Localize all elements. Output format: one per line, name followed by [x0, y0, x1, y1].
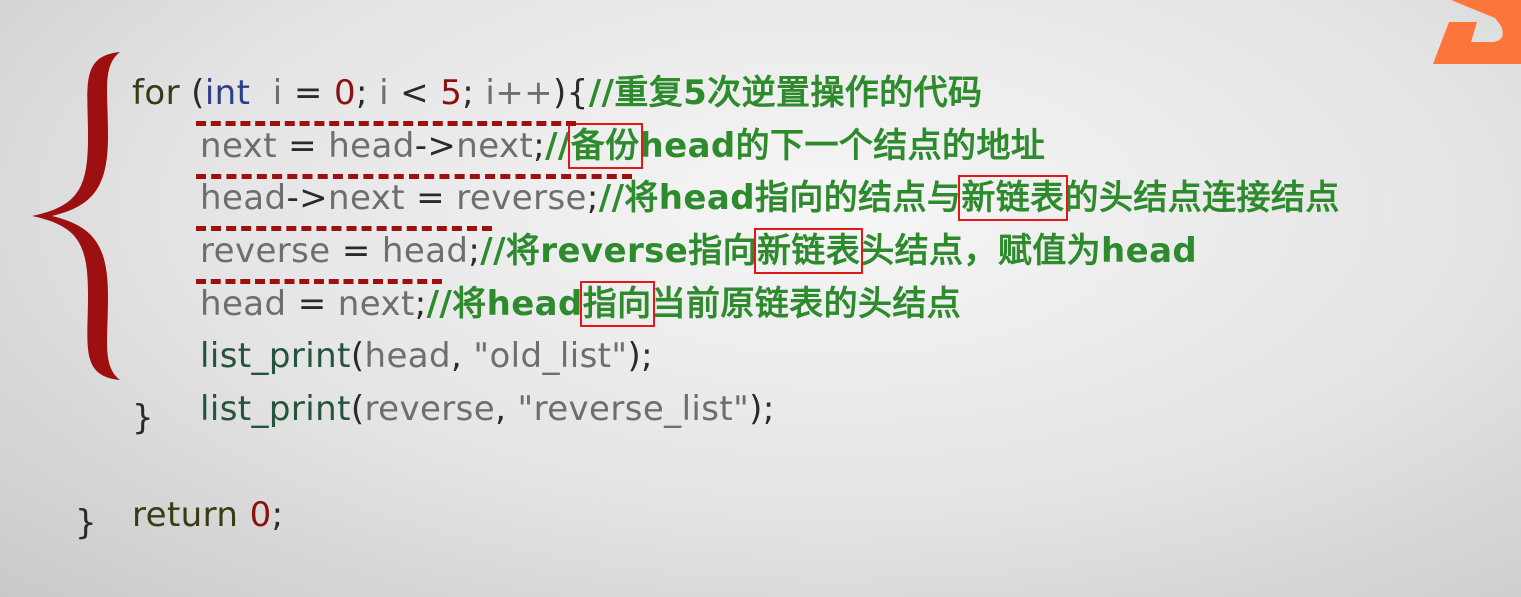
code-line-advance-head: head = next;//将head指向当前原链表的头结点 — [200, 238, 961, 327]
underline-line4 — [196, 226, 492, 231]
curly-brace-annotation — [32, 52, 120, 380]
code-line-for: for (int i = 0; i < 5; i++){//重复5次逆置操作的代… — [132, 27, 982, 113]
code-line-backup-next: next = head->next;//备份head的下一个结点的地址 — [200, 80, 1045, 169]
keyword-for: for — [132, 73, 180, 113]
token-comma: , — [495, 389, 518, 429]
logo-icon — [1433, 0, 1521, 64]
code-line-link-node: head->next = reverse;//将head指向的结点与新链表的头结… — [200, 132, 1340, 221]
comment-head-rest: 当前原链表的头结点 — [651, 284, 962, 324]
code-line-return: return 0; — [132, 449, 283, 535]
code-line-print-old: list_print(head, "old_list"); — [200, 290, 653, 376]
underline-line2 — [196, 121, 576, 126]
string-reverse-list: "reverse_list" — [517, 389, 750, 429]
keyword-return: return — [132, 495, 239, 535]
number-zero: 0 — [249, 495, 272, 535]
token-semicolon: ; — [271, 495, 284, 535]
token-reverse: reverse — [364, 389, 496, 429]
code-line-print-reverse: list_print(reverse, "reverse_list"); — [200, 343, 775, 429]
token-paren: ( — [350, 389, 365, 429]
underline-line3 — [196, 174, 632, 179]
token-close: ); — [749, 389, 775, 429]
function-list-print: list_print — [200, 389, 351, 429]
code-line-func-close: } — [75, 503, 98, 543]
underline-line5 — [196, 279, 442, 284]
code-line-assign-reverse: reverse = head;//将reverse指向新链表头结点，赋值为hea… — [200, 185, 1197, 274]
code-line-loop-close: } — [132, 398, 155, 438]
